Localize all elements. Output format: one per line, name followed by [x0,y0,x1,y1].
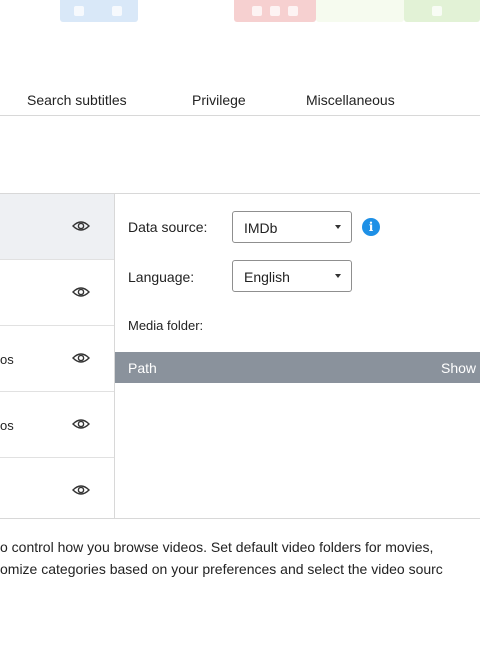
data-source-label: Data source: [128,219,208,235]
data-source-select[interactable]: IMDb [232,211,352,243]
info-icon[interactable]: i [362,218,380,236]
banner-icon [288,6,298,16]
chevron-down-icon [335,274,341,278]
banner-icon [432,6,442,16]
description-line-2: omize categories based on your preferenc… [0,561,443,577]
description-line-1: o control how you browse videos. Set def… [0,539,434,555]
language-value: English [244,269,290,285]
data-source-value: IMDb [244,220,278,236]
eye-icon[interactable] [72,285,90,299]
category-label: os [0,418,14,433]
eye-icon[interactable] [72,351,90,365]
banner-icon [74,6,84,16]
eye-icon[interactable] [72,483,90,497]
banner-thumbnail-green [316,0,404,22]
media-folder-label: Media folder: [128,318,204,333]
banner-icon [252,6,262,16]
media-folder-table-header: Path Show [115,352,480,383]
category-item[interactable]: os [0,392,114,458]
settings-tabs: Search subtitles Privilege Miscellaneous [0,88,480,116]
category-item[interactable] [0,458,114,519]
tab-miscellaneous[interactable]: Miscellaneous [306,92,395,108]
settings-panel: os os Data source: IMDb i Language: Engl… [0,193,480,519]
chevron-down-icon [335,225,341,229]
tab-search-subtitles[interactable]: Search subtitles [27,92,127,108]
video-settings-page: Search subtitles Privilege Miscellaneous [0,0,480,650]
eye-icon[interactable] [72,219,90,233]
category-list: os os [0,194,115,519]
eye-icon[interactable] [72,417,90,431]
banner-thumbnail-red [234,0,316,22]
column-header-show[interactable]: Show [441,360,476,376]
banner-icon [112,6,122,16]
banner-icon [270,6,280,16]
tab-privilege[interactable]: Privilege [192,92,246,108]
category-item[interactable] [0,260,114,326]
language-select[interactable]: English [232,260,352,292]
category-item[interactable]: os [0,326,114,392]
banner-thumbnail-blue [60,0,138,22]
category-label: os [0,352,14,367]
banner-thumbnail-green-2 [404,0,480,22]
language-label: Language: [128,269,195,285]
category-item[interactable] [0,194,114,260]
column-header-path[interactable]: Path [128,360,157,376]
